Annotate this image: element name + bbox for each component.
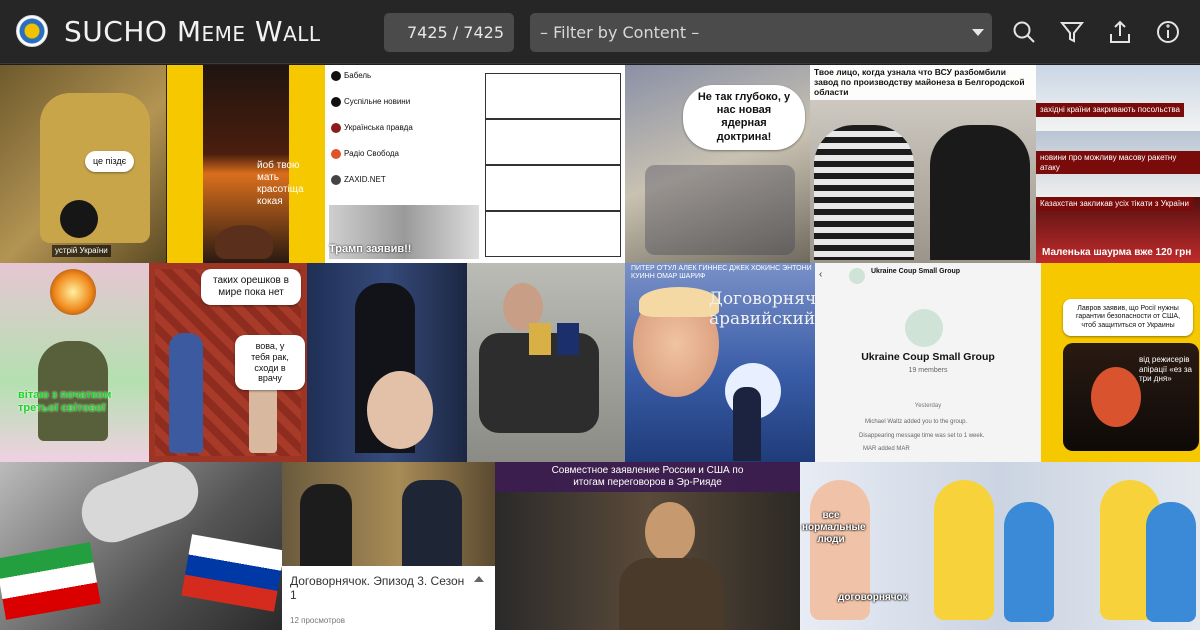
meme-tile[interactable]: вітаю з початком третьої світової	[0, 263, 149, 462]
meme-caption: Трамп заявив!!	[329, 243, 412, 255]
meme-line: західні країни закривають посольства	[1036, 103, 1184, 117]
meme-bottom-text: Маленька шаурма вже 120 грн	[1042, 247, 1192, 258]
meme-tile[interactable]: таких орешков в мире пока нет вова, у те…	[149, 263, 307, 462]
event-line: Disappearing message time was set to 1 w…	[859, 433, 985, 439]
meme-caption: від режисерів апірації «ез за три дня»	[1139, 355, 1192, 384]
filter-icon[interactable]	[1058, 18, 1086, 46]
channel-list: Бабель Суспільне новини Українська правд…	[331, 71, 481, 185]
filter-by-content-select[interactable]: – Filter by Content –	[530, 13, 992, 52]
group-header: Ukraine Coup Small Group	[871, 268, 961, 275]
sucho-logo[interactable]	[16, 15, 48, 47]
meme-tile[interactable]: все нормальные люди договорнячок	[800, 462, 1200, 630]
meme-tile[interactable]: Твое лицо, когда узнала что ВСУ разбомби…	[810, 65, 1036, 263]
meme-line: новини про можливу масову ракетну атаку	[1036, 151, 1200, 175]
info-icon[interactable]	[1154, 18, 1182, 46]
event-line: Michael Waltz added you to the group.	[865, 419, 968, 425]
meme-tile[interactable]: Совместное заявление России и США по ито…	[495, 462, 800, 630]
movie-authors: ПИТЕР О'ТУЛ АЛЕК ГИННЕС ДЖЕК ХОКИНС ЭНТО…	[631, 265, 812, 281]
view-count: 12 просмотров	[290, 616, 345, 625]
share-icon[interactable]	[1106, 18, 1134, 46]
speech-bubble: це піздє	[85, 151, 135, 172]
meme-tile[interactable]	[467, 263, 625, 462]
chevron-down-icon	[972, 29, 984, 36]
meme-tile[interactable]: ПИТЕР О'ТУЛ АЛЕК ГИННЕС ДЖЕК ХОКИНС ЭНТО…	[625, 263, 815, 462]
meme-caption: Твое лицо, когда узнала что ВСУ разбомби…	[810, 65, 1036, 100]
meme-tile[interactable]: Договорнячок. Эпизод 3. Сезон 1 12 просм…	[282, 462, 495, 630]
top-bar: SUCHO Meme Wall 7425 / 7425 – Filter by …	[0, 0, 1200, 64]
meme-tile[interactable]: Лавров заявив, що Росії нужны гарантии б…	[1041, 263, 1200, 462]
speech-bubble: вова, у тебя рак, сходи в врачу	[235, 335, 305, 391]
meme-text: йоб твою мать красотіща кокая	[257, 160, 304, 207]
meme-line: Казахстан закликав усіх тікати з України	[1036, 197, 1193, 211]
meme-tile[interactable]	[307, 263, 467, 462]
group-name: Ukraine Coup Small Group	[861, 351, 995, 363]
speech-bubble: Не так глубоко, у нас новая ядерная докт…	[683, 85, 805, 150]
video-title: Договорнячок. Эпизод 3. Сезон 1	[290, 574, 465, 603]
chevron-up-icon[interactable]	[474, 576, 484, 582]
meme-tile[interactable]: йоб твою мать красотіща кокая	[167, 65, 325, 263]
meme-tile[interactable]: західні країни закривають посольства нов…	[1036, 65, 1200, 263]
date-divider: Yesterday	[914, 403, 942, 409]
meme-label: все нормальные люди	[802, 510, 866, 545]
speech-bubble: таких орешков в мире пока нет	[201, 269, 301, 305]
meme-text: вітаю з початком третьої світової	[18, 389, 112, 415]
meme-counter[interactable]: 7425 / 7425	[384, 13, 514, 52]
member-count: 19 members	[908, 367, 948, 374]
meme-tile[interactable]	[0, 462, 282, 630]
event-line: MAR added MAR	[863, 446, 910, 452]
meme-tile[interactable]: Не так глубоко, у нас новая ядерная докт…	[625, 65, 810, 263]
back-arrow-icon: ‹	[819, 269, 823, 280]
filter-placeholder: – Filter by Content –	[540, 23, 700, 42]
meme-label: устрій України	[52, 245, 111, 257]
speech-bubble: Лавров заявив, що Росії нужны гарантии б…	[1063, 299, 1193, 337]
meme-tile[interactable]: Бабель Суспільне новини Українська правд…	[325, 65, 625, 263]
search-icon[interactable]	[1010, 18, 1038, 46]
meme-label: договорнячок	[838, 592, 908, 603]
meme-tile[interactable]: це піздє устрій України	[0, 65, 166, 263]
meme-header: Совместное заявление России и США по ито…	[495, 462, 800, 492]
app-title: SUCHO Meme Wall	[64, 15, 321, 48]
meme-tile[interactable]: ‹ Ukraine Coup Small Group Ukraine Coup …	[815, 263, 1041, 462]
movie-title: Договорнячок аравийский	[709, 289, 815, 330]
